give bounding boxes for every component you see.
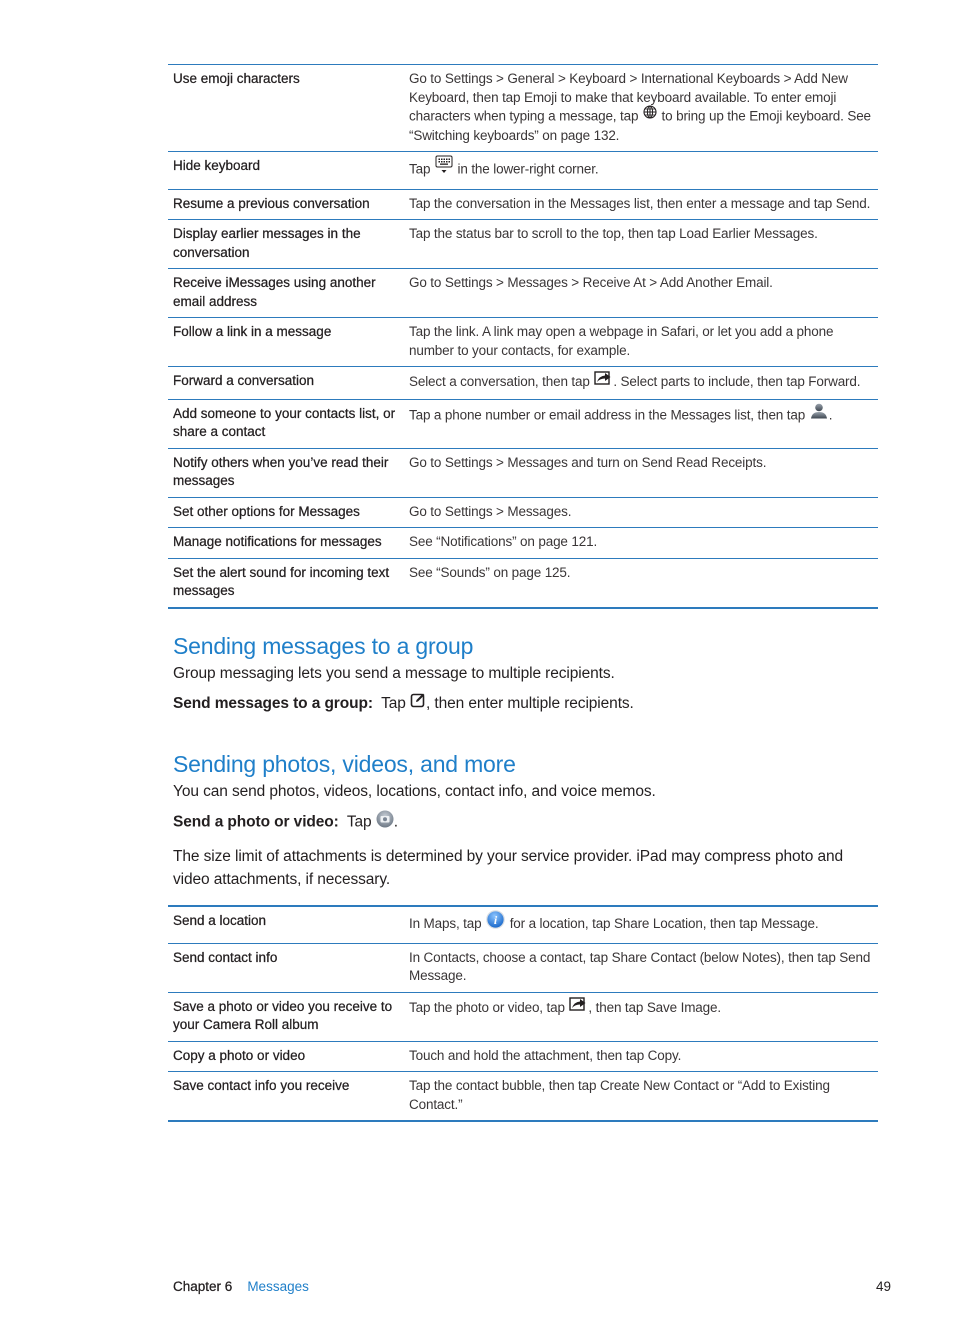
instruction-text: Tap the status bar to scroll to the top,… — [409, 226, 818, 241]
instruction-text: See “Notifications” on page 121. — [409, 534, 598, 549]
instruction-cell: Tap in the lower-right corner. — [405, 152, 878, 189]
instruction-text: Go to Settings > Messages > Receive At >… — [409, 275, 773, 290]
action-icon — [569, 996, 587, 1017]
instruction-cell: Tap the contact bubble, then tap Create … — [405, 1072, 878, 1120]
task-cell: Save a photo or video you receive to you… — [173, 998, 393, 1032]
task-cell: Save contact info you receive — [173, 1078, 350, 1093]
instruction-text: , then tap Save Image. — [588, 999, 721, 1015]
task-cell: Set other options for Messages — [173, 503, 360, 519]
instruction-cell: Go to Settings > Messages > Receive At >… — [405, 269, 878, 317]
instruction-text: Tap the link. A link may open a webpage … — [409, 324, 834, 358]
section-intro-group: Group messaging lets you send a message … — [173, 665, 615, 682]
page-number: 49 — [876, 1279, 892, 1294]
section-title-group: Sending messages to a group — [173, 633, 474, 659]
instruction-cell: Go to Settings > General > Keyboard > In… — [405, 65, 878, 151]
tip-send-photo: Send a photo or video: Tap . — [173, 810, 873, 835]
instruction-cell: Go to Settings > Messages. — [405, 498, 878, 528]
task-cell: Set the alert sound for incoming text me… — [173, 564, 390, 598]
instruction-text: Go to Settings > Messages and turn on Se… — [409, 454, 767, 470]
instruction-cell: Touch and hold the attachment, then tap … — [405, 1042, 878, 1072]
instruction-cell: Tap the photo or video, tap , then tap S… — [405, 993, 878, 1041]
action-icon — [594, 370, 612, 391]
contact-icon — [810, 403, 828, 425]
compose-icon — [410, 692, 426, 715]
instruction-cell: Tap the link. A link may open a webpage … — [405, 318, 878, 366]
task-cell: Send a location — [173, 913, 267, 928]
instruction-cell: Tap a phone number or email address in t… — [405, 400, 878, 448]
table-row: Notify others when you’ve read their mes… — [168, 449, 878, 498]
table-row: Copy a photo or video Touch and hold the … — [168, 1042, 878, 1072]
task-cell: Hide keyboard — [173, 158, 261, 173]
instruction-cell: In Contacts, choose a contact, tap Share… — [405, 944, 878, 992]
instruction-cell: Go to Settings > Messages and turn on Se… — [405, 449, 878, 497]
instruction-text: See “Sounds” on page 125. — [409, 564, 571, 580]
camera-icon — [376, 810, 394, 835]
table-row: Receive iMessages using another email ad… — [168, 269, 878, 318]
instruction-text: Tap the conversation in the Messages lis… — [409, 195, 871, 211]
table-row: Save a photo or video you receive to you… — [168, 993, 878, 1042]
table-row: Forward a conversation Select a conversat… — [168, 367, 878, 400]
footer-chapter-title[interactable]: Messages — [247, 1279, 309, 1294]
task-cell: Send contact info — [173, 949, 278, 965]
table-row: Send a location In Maps, tap i for a loca… — [168, 907, 878, 944]
table-row: Manage notifications for messages See “No… — [168, 528, 878, 559]
globe-icon — [643, 105, 657, 125]
section-intro-photos: You can send photos, videos, locations, … — [173, 783, 656, 800]
task-cell: Notify others when you’ve read their mes… — [173, 454, 389, 488]
tip-label: Send a photo or video: — [173, 813, 339, 831]
hide-keyboard-icon — [435, 155, 453, 181]
instruction-text: In Contacts, choose a contact, tap Share… — [409, 949, 871, 984]
tip-label: Send messages to a group: — [173, 695, 373, 712]
footer: Chapter 6 Messages — [173, 1279, 309, 1294]
tasks-table-messages: Use emoji characters Go to Settings > Gen… — [168, 64, 878, 609]
instruction-text: . Select parts to include, then tap Forw… — [613, 373, 861, 389]
table-row: Save contact info you receive Tap the con… — [168, 1072, 878, 1122]
instruction-text: Go to Settings > Messages. — [409, 503, 572, 519]
table-row: Set the alert sound for incoming text me… — [168, 559, 878, 609]
instruction-cell: Tap the status bar to scroll to the top,… — [405, 220, 878, 268]
tip-text-after: , then enter multiple recipients. — [425, 695, 634, 712]
tasks-table-attachments: Send a location In Maps, tap i for a loca… — [168, 905, 878, 1122]
table-row: Use emoji characters Go to Settings > Gen… — [168, 65, 878, 152]
instruction-text: Tap — [409, 161, 434, 177]
instruction-cell: Select a conversation, then tap . Select… — [405, 367, 878, 399]
section-title-photos: Sending photos, videos, and more — [173, 751, 516, 777]
instruction-text: Tap the contact bubble, then tap Create … — [409, 1078, 830, 1112]
instruction-text: Select a conversation, then tap — [409, 373, 594, 389]
table-row: Follow a link in a message Tap the link. … — [168, 318, 878, 367]
instruction-text: Tap the photo or video, tap — [409, 999, 569, 1015]
tip-send-group: Send messages to a group: Tap , then ent… — [173, 692, 873, 715]
task-cell: Manage notifications for messages — [173, 534, 382, 549]
task-cell: Display earlier messages in the conversa… — [173, 226, 361, 260]
instruction-cell: Tap the conversation in the Messages lis… — [405, 190, 878, 220]
instruction-cell: See “Notifications” on page 121. — [405, 528, 878, 558]
task-cell: Follow a link in a message — [173, 324, 332, 339]
task-cell: Copy a photo or video — [173, 1047, 306, 1063]
task-cell: Receive iMessages using another email ad… — [173, 275, 376, 309]
instruction-text: in the lower-right corner. — [453, 161, 599, 177]
table-row: Set other options for Messages Go to Sett… — [168, 498, 878, 528]
table-row: Display earlier messages in the conversa… — [168, 220, 878, 269]
tip-text-before: Tap — [381, 695, 410, 712]
task-cell: Forward a conversation — [173, 373, 315, 388]
instruction-text: In Maps, tap — [409, 915, 486, 931]
footer-chapter: Chapter 6 — [173, 1279, 233, 1294]
task-cell: Add someone to your contacts list, or sh… — [173, 405, 396, 439]
instruction-text: Tap a phone number or email address in t… — [409, 406, 809, 422]
tip-text-after: . — [393, 813, 398, 831]
table-row: Send contact info In Contacts, choose a c… — [168, 944, 878, 993]
table-row: Add someone to your contacts list, or sh… — [168, 400, 878, 449]
table-row: Resume a previous conversation Tap the co… — [168, 190, 878, 220]
tip-text-before: Tap — [346, 813, 376, 831]
table-row: Hide keyboard Tap in the lower-right corn… — [168, 152, 878, 190]
instruction-cell: See “Sounds” on page 125. — [405, 559, 878, 607]
instruction-text: for a location, tap Share Location, then… — [506, 915, 819, 931]
info-icon: i — [486, 910, 505, 935]
attachment-size-note: The size limit of attachments is determi… — [173, 848, 844, 888]
task-cell: Use emoji characters — [173, 71, 300, 86]
instruction-text: . — [828, 406, 833, 422]
instruction-cell: In Maps, tap i for a location, tap Share… — [405, 907, 878, 943]
instruction-text: Touch and hold the attachment, then tap … — [409, 1047, 682, 1063]
task-cell: Resume a previous conversation — [173, 195, 370, 211]
